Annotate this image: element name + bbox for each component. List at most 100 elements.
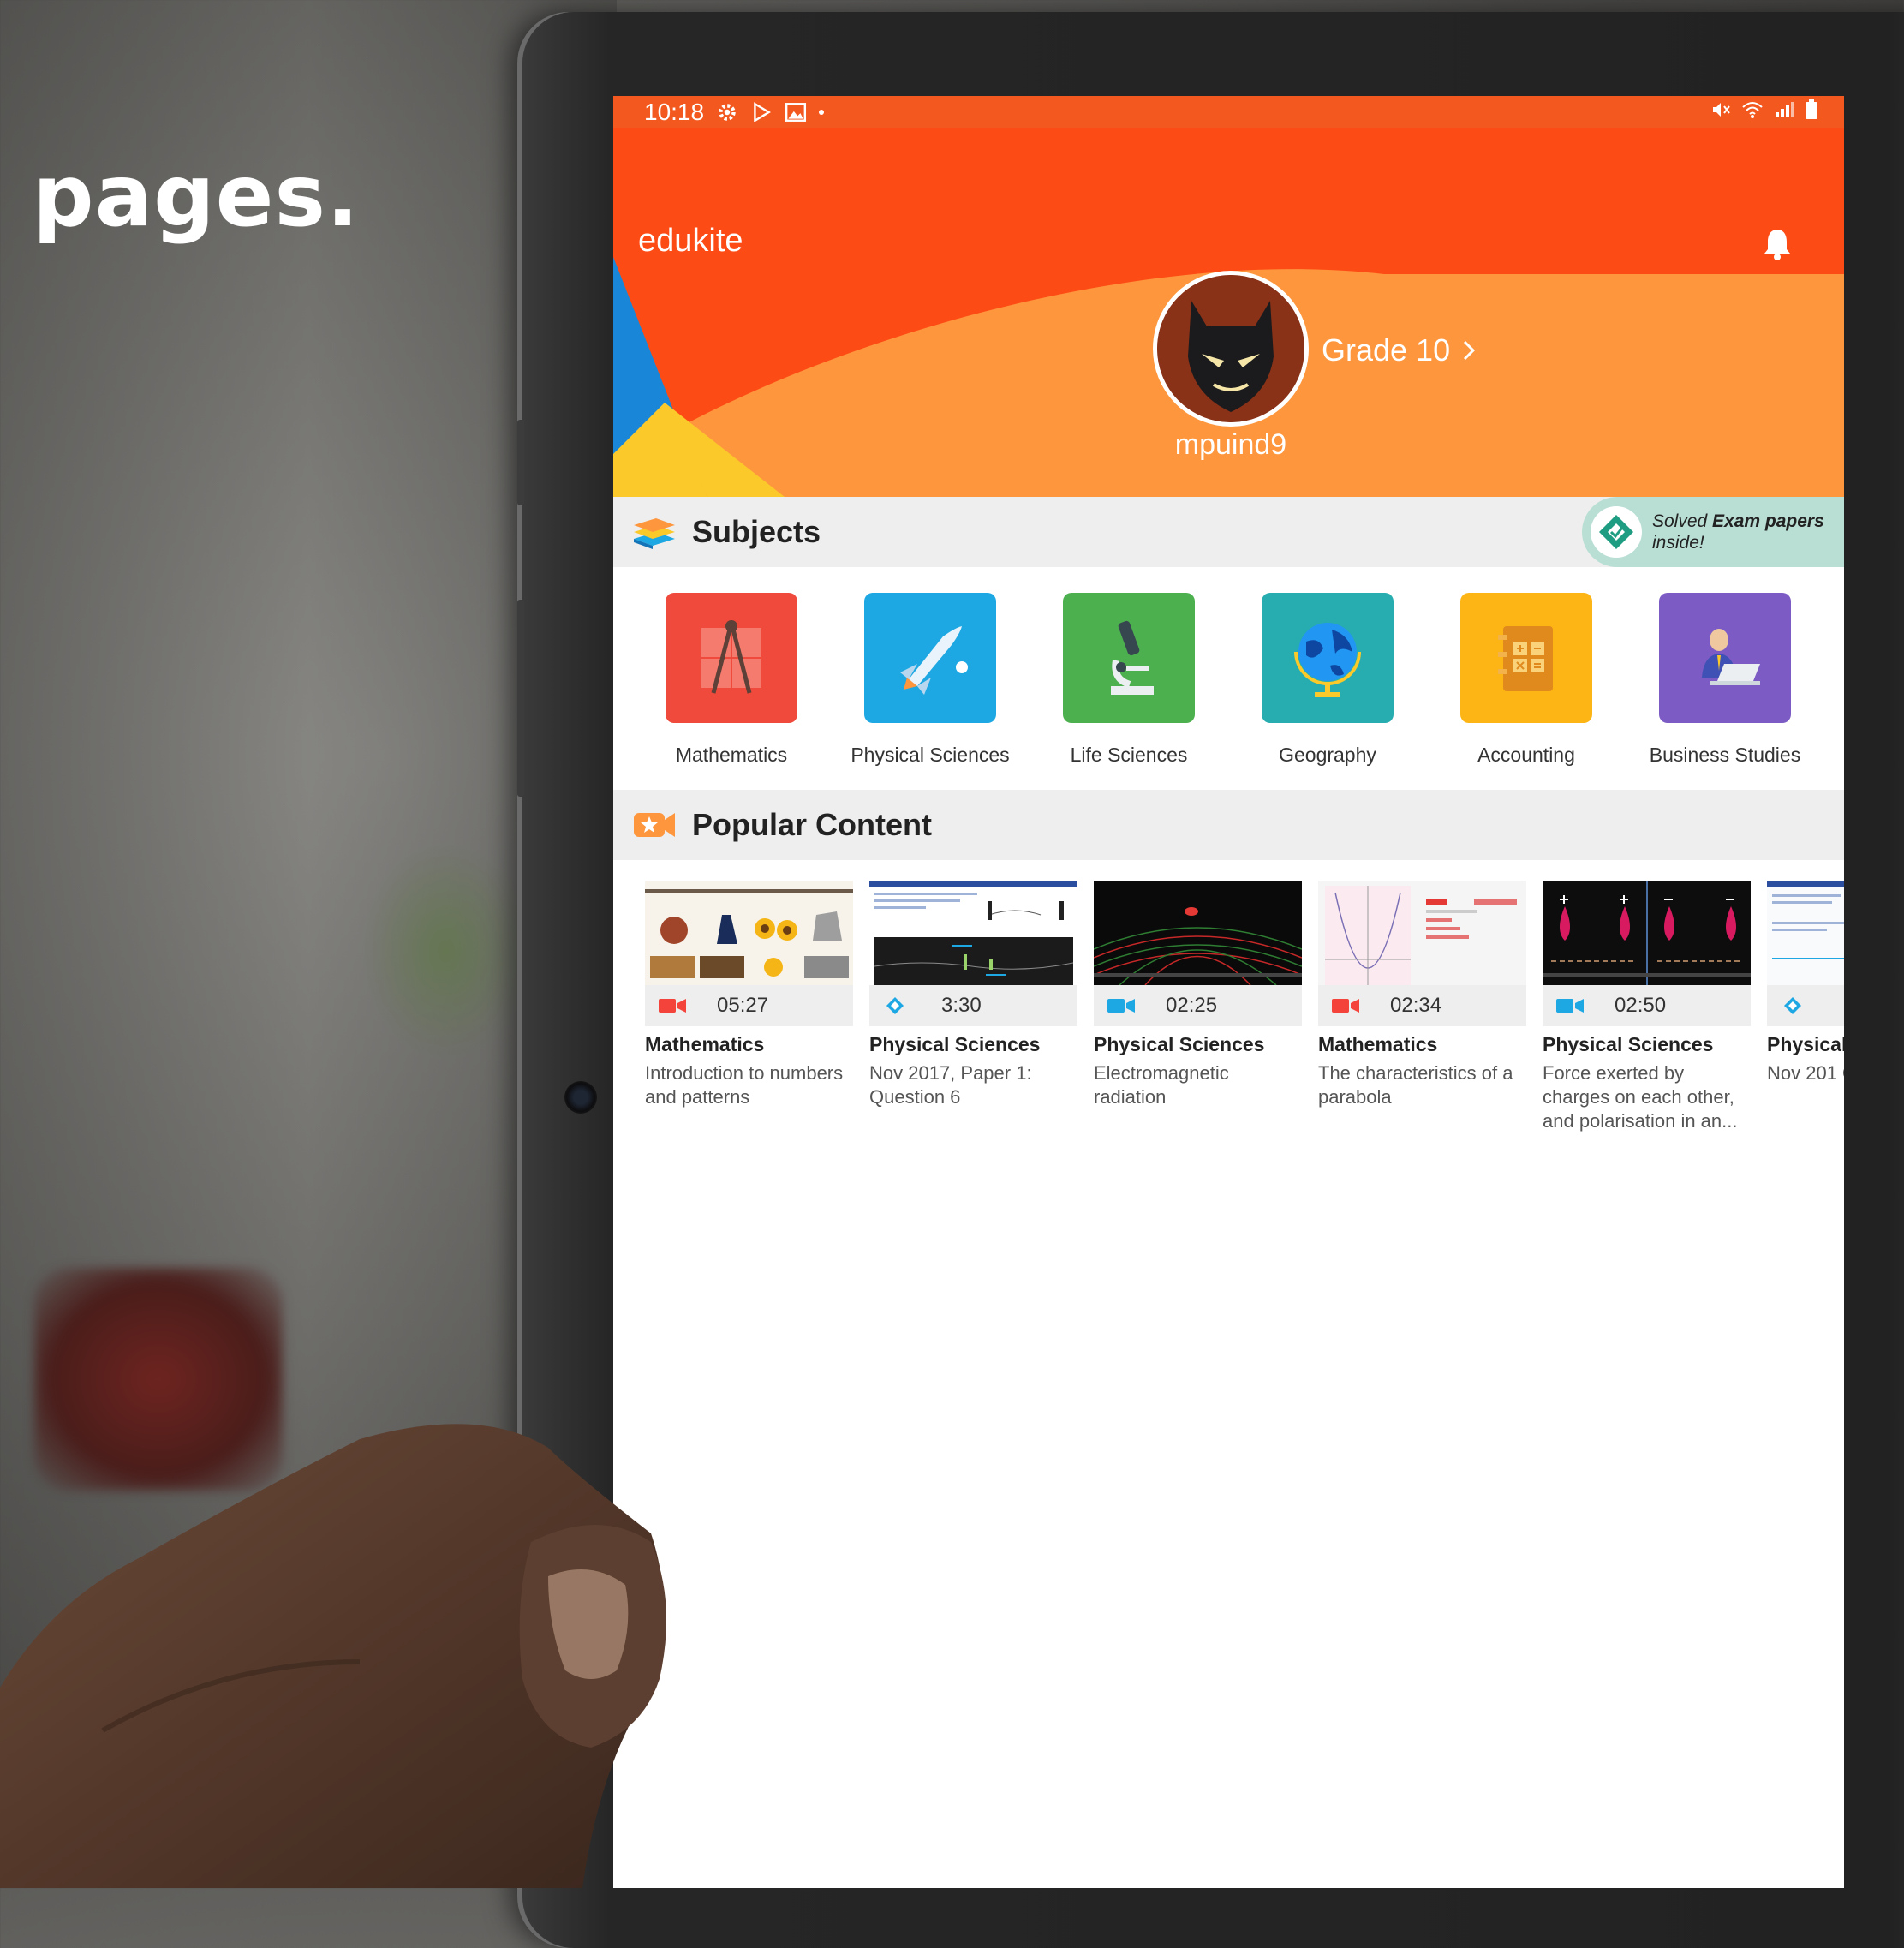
subject-tile [864,593,996,723]
mute-icon [1713,103,1730,117]
exam-question-thumbnail-image [869,881,1077,985]
mask-avatar-icon [1157,275,1304,422]
content-thumbnail [1543,881,1751,985]
content-thumbnail [869,881,1077,985]
content-card[interactable]: 05:27 Mathematics Introduction to number… [645,881,853,1109]
compass-icon [701,620,761,694]
subject-label: Business Studies [1649,744,1801,766]
content-duration: 05:27 [717,994,769,1017]
volume-button [517,420,524,505]
patterns-thumbnail-image [645,881,853,985]
subject-label: Accounting [1477,744,1575,766]
content-subject: Physical Sciences [1094,1033,1265,1055]
subject-accounting[interactable]: Accounting [1441,593,1612,767]
content-description: Introduction to numbers and patterns [645,1062,844,1108]
content-thumbnail [645,881,853,985]
content-card[interactable]: 3:30 Physical Sciences Nov 2017, Paper 1… [869,881,1077,1109]
exam-banner-line2: inside! [1652,533,1704,553]
grade-label: Grade 10 [1322,332,1451,367]
notification-dot-icon [819,110,825,115]
content-meta: 3:30 [869,985,1077,1026]
status-time: 10:18 [644,99,705,125]
businessman-laptop-icon [1702,629,1760,685]
content-meta: 02:25 [1094,985,1302,1026]
content-thumbnail [1094,881,1302,985]
content-meta [1767,985,1844,1026]
content-subject: Physical Sciences [869,1033,1041,1055]
content-card[interactable]: 02:34 Mathematics The characteristics of… [1318,881,1526,1109]
hand-image [0,1424,666,1888]
exam-papers-icon [1599,515,1633,549]
video-camera-icon [1556,999,1584,1013]
subject-tile [666,593,797,723]
tagline: pages. [33,146,360,246]
subject-label: Life Sciences [1070,744,1188,766]
settings-icon [719,104,736,121]
background-plant [360,840,531,1062]
content-duration: 02:34 [1390,994,1442,1017]
subject-geography[interactable]: Geography [1242,593,1413,767]
popular-content-list: 05:27 Mathematics Introduction to number… [613,881,1844,1155]
exam-papers-icon [886,997,904,1014]
signal-icon [1776,102,1794,117]
charges-thumbnail-image [1543,881,1751,985]
rocket-icon [900,626,968,695]
profile-header: edukite Grade 10 mpuind9 [613,128,1844,497]
exam-banner-prefix: Solved [1652,511,1713,531]
solved-exam-papers-banner[interactable]: Solved Exam papers inside! [1582,497,1844,567]
video-camera-icon [659,999,686,1013]
status-bar: 10:18 [613,96,1844,128]
radiation-thumbnail-image [1094,881,1302,985]
subject-tile [1659,593,1791,723]
exam-banner-text: Solved Exam papers inside! [1652,511,1824,553]
content-thumbnail [1767,881,1844,985]
globe-icon [1294,623,1361,697]
wifi-icon [1742,102,1763,118]
content-card[interactable]: 02:25 Physical Sciences Electromagnetic … [1094,881,1302,1109]
subject-mathematics[interactable]: Mathematics [646,593,817,767]
subject-label: Mathematics [675,744,788,766]
content-subject: Physical Sciences [1543,1033,1714,1055]
grade-selector[interactable]: Grade 10 [1322,332,1476,368]
content-description: The characteristics of a parabola [1318,1062,1513,1108]
subject-label: Physical Sciences [851,744,1010,766]
exam-papers-icon [1784,997,1801,1014]
notification-bell-icon[interactable] [1762,226,1793,260]
content-meta: 05:27 [645,985,853,1026]
content-description: Electromagnetic radiation [1094,1062,1229,1108]
camera-icon [564,1081,597,1114]
subject-tile [1460,593,1592,723]
subject-business-studies[interactable]: Business Studies [1639,593,1811,767]
avatar[interactable] [1153,271,1309,427]
content-meta: 02:34 [1318,985,1526,1026]
calculator-book-icon [1498,626,1553,691]
content-duration: 02:25 [1166,994,1218,1017]
content-subject: Physical [1767,1033,1844,1055]
content-duration: 3:30 [941,994,982,1017]
content-description: Nov 201 Question [1767,1062,1844,1084]
popular-title: Popular Content [692,807,932,842]
content-card[interactable]: Physical Nov 201 Question [1767,881,1844,1085]
subjects-title: Subjects [692,514,821,549]
subject-physical-sciences[interactable]: Physical Sciences [845,593,1016,767]
exam-question-thumbnail-image [1767,881,1844,985]
subjects-grid: Mathematics Physical Sciences Life Scien… [613,593,1844,781]
content-subject: Mathematics [645,1033,765,1055]
parabola-thumbnail-image [1318,881,1526,985]
books-icon [634,518,675,549]
exam-banner-bold: Exam papers [1712,511,1824,531]
chevron-right-icon [1464,340,1476,361]
battery-icon [1806,99,1817,119]
subjects-section-header: Subjects Solved Exam papers inside! [613,497,1844,567]
video-star-icon [634,813,675,837]
side-button [517,600,524,797]
content-duration: 02:50 [1615,994,1667,1017]
video-camera-icon [1332,999,1359,1013]
subject-life-sciences[interactable]: Life Sciences [1043,593,1215,767]
content-meta: 02:50 [1543,985,1751,1026]
exam-badge [1591,506,1642,558]
content-description: Nov 2017, Paper 1: Question 6 [869,1062,1032,1108]
content-description: Force exerted by charges on each other, … [1543,1062,1738,1132]
content-card[interactable]: 02:50 Physical Sciences Force exerted by… [1543,881,1751,1133]
popular-section-header: Popular Content [613,790,1844,860]
